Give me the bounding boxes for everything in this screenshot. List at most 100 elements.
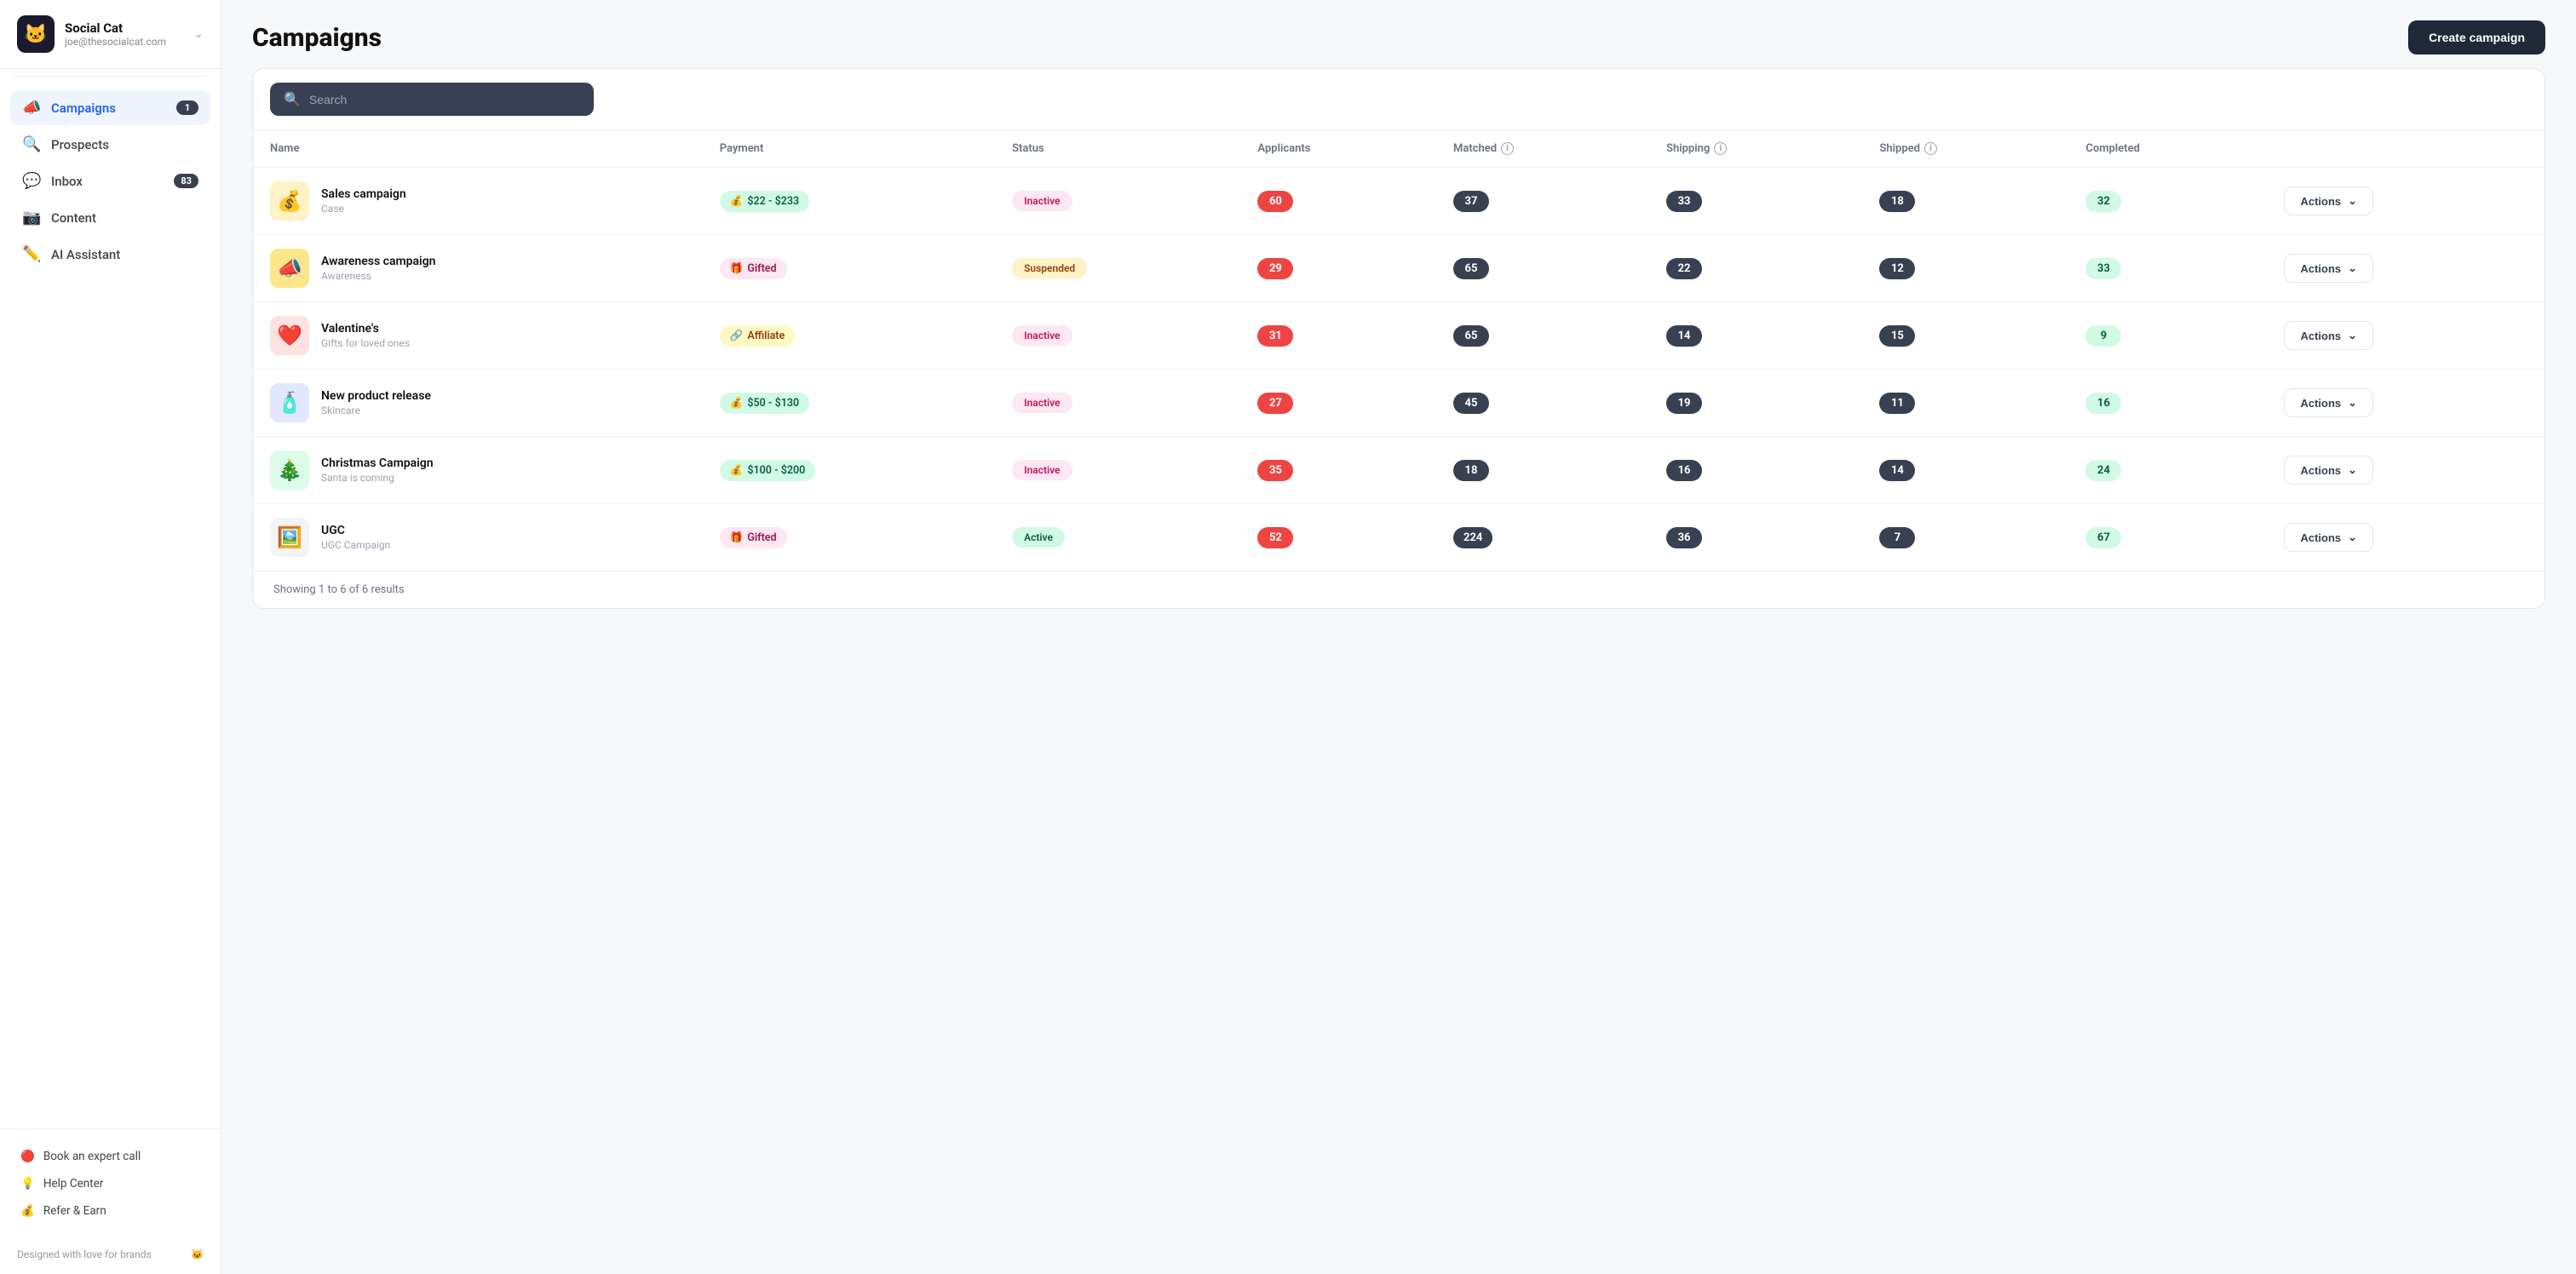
shipping-cell: 14 bbox=[1649, 302, 1862, 370]
actions-cell: Actions ⌄ bbox=[2267, 302, 2544, 370]
campaign-name: Valentine's bbox=[321, 322, 410, 336]
matched-cell: 65 bbox=[1436, 235, 1649, 302]
completed-cell: 67 bbox=[2068, 504, 2267, 571]
sidebar-item-ai-assistant[interactable]: ✏️ AI Assistant bbox=[10, 237, 210, 272]
actions-chevron-icon: ⌄ bbox=[2348, 463, 2357, 477]
money-icon: 💰 bbox=[730, 195, 744, 208]
status-cell: Inactive bbox=[995, 437, 1240, 504]
actions-label: Actions bbox=[2300, 195, 2341, 208]
shipped-chip: 7 bbox=[1879, 527, 1915, 548]
campaigns-badge: 1 bbox=[176, 100, 198, 115]
sidebar-item-inbox[interactable]: 💬 Inbox 83 bbox=[10, 164, 210, 198]
campaign-sub: Gifts for loved ones bbox=[321, 337, 410, 349]
shipped-cell: 14 bbox=[1862, 437, 2068, 504]
search-icon: 🔍 bbox=[284, 91, 301, 107]
applicants-chip: 29 bbox=[1257, 258, 1293, 279]
col-name: Name bbox=[253, 130, 703, 168]
search-bar: 🔍 bbox=[270, 83, 594, 116]
completed-chip: 67 bbox=[2085, 527, 2121, 548]
completed-cell: 9 bbox=[2068, 302, 2267, 370]
shipping-chip: 19 bbox=[1666, 393, 1702, 414]
shipping-chip: 16 bbox=[1666, 460, 1702, 481]
completed-cell: 24 bbox=[2068, 437, 2267, 504]
shipped-cell: 7 bbox=[1862, 504, 2068, 571]
create-campaign-button[interactable]: Create campaign bbox=[2408, 20, 2545, 55]
payment-cell: 💰 $50 - $130 bbox=[703, 370, 995, 437]
book-expert-label: Book an expert call bbox=[43, 1150, 141, 1163]
sidebar-divider bbox=[14, 76, 207, 77]
sidebar-item-content[interactable]: 📷 Content bbox=[10, 200, 210, 235]
shipping-cell: 19 bbox=[1649, 370, 1862, 437]
applicants-cell: 31 bbox=[1240, 302, 1436, 370]
page-title: Campaigns bbox=[252, 23, 382, 53]
payment-badge: 🎁 Gifted bbox=[720, 258, 787, 279]
actions-button[interactable]: Actions ⌄ bbox=[2284, 456, 2373, 485]
actions-button[interactable]: Actions ⌄ bbox=[2284, 254, 2373, 283]
table-row: ❤️ Valentine's Gifts for loved ones 🔗 Af… bbox=[253, 302, 2544, 370]
campaign-sub: Skincare bbox=[321, 405, 431, 416]
gift-icon: 🎁 bbox=[730, 531, 744, 544]
top-bar: Campaigns Create campaign bbox=[221, 0, 2576, 68]
app-logo: 🐱 bbox=[17, 15, 55, 53]
applicants-chip: 27 bbox=[1257, 393, 1293, 414]
matched-chip: 65 bbox=[1453, 258, 1489, 279]
refer-earn-label: Refer & Earn bbox=[43, 1204, 106, 1218]
matched-info-icon[interactable]: i bbox=[1501, 142, 1514, 155]
campaign-sub: Awareness bbox=[321, 270, 435, 282]
gift-icon: 🎁 bbox=[730, 262, 744, 275]
sidebar-item-label: Prospects bbox=[51, 137, 109, 152]
sidebar-item-campaigns[interactable]: 📣 Campaigns 1 bbox=[10, 90, 210, 125]
campaign-name: Awareness campaign bbox=[321, 255, 435, 268]
actions-label: Actions bbox=[2300, 262, 2341, 275]
col-shipping: Shippingi bbox=[1649, 130, 1862, 168]
applicants-cell: 35 bbox=[1240, 437, 1436, 504]
completed-chip: 24 bbox=[2085, 460, 2121, 481]
actions-chevron-icon: ⌄ bbox=[2348, 261, 2357, 275]
actions-button[interactable]: Actions ⌄ bbox=[2284, 321, 2373, 350]
shipping-cell: 22 bbox=[1649, 235, 1862, 302]
sidebar-bottom-refer-earn[interactable]: 💰Refer & Earn bbox=[17, 1197, 204, 1225]
actions-label: Actions bbox=[2300, 531, 2341, 544]
shipped-info-icon[interactable]: i bbox=[1924, 142, 1937, 155]
campaigns-table-wrapper: Name Payment Status Applicants Matchedi … bbox=[253, 130, 2544, 571]
search-input[interactable] bbox=[309, 93, 580, 106]
prospects-icon: 🔍 bbox=[22, 135, 41, 153]
ai-assistant-icon: ✏️ bbox=[22, 245, 41, 263]
payment-badge: 💰 $50 - $130 bbox=[720, 393, 809, 414]
table-row: 🧴 New product release Skincare 💰 $50 - $… bbox=[253, 370, 2544, 437]
actions-cell: Actions ⌄ bbox=[2267, 235, 2544, 302]
applicants-cell: 52 bbox=[1240, 504, 1436, 571]
actions-button[interactable]: Actions ⌄ bbox=[2284, 388, 2373, 417]
sidebar-bottom-book-expert[interactable]: 🔴Book an expert call bbox=[17, 1143, 204, 1170]
actions-cell: Actions ⌄ bbox=[2267, 370, 2544, 437]
matched-chip: 224 bbox=[1453, 527, 1492, 548]
payment-badge: 💰 $22 - $233 bbox=[720, 191, 809, 212]
sidebar-bottom-help-center[interactable]: 💡Help Center bbox=[17, 1170, 204, 1197]
inbox-badge: 83 bbox=[174, 174, 198, 188]
campaigns-table: Name Payment Status Applicants Matchedi … bbox=[253, 130, 2544, 571]
campaigns-icon: 📣 bbox=[22, 99, 41, 117]
actions-button[interactable]: Actions ⌄ bbox=[2284, 523, 2373, 552]
table-row: 💰 Sales campaign Case 💰 $22 - $233 Inact… bbox=[253, 168, 2544, 235]
completed-cell: 33 bbox=[2068, 235, 2267, 302]
sidebar: 🐱 Social Cat joe@thesocialcat.com ⌄ 📣 Ca… bbox=[0, 0, 221, 1274]
shipped-chip: 11 bbox=[1879, 393, 1915, 414]
payment-badge: 💰 $100 - $200 bbox=[720, 460, 816, 481]
campaign-icon: ❤️ bbox=[270, 316, 309, 355]
sidebar-bottom: 🔴Book an expert call💡Help Center💰Refer &… bbox=[0, 1128, 221, 1238]
actions-chevron-icon: ⌄ bbox=[2348, 194, 2357, 208]
matched-cell: 18 bbox=[1436, 437, 1649, 504]
completed-cell: 16 bbox=[2068, 370, 2267, 437]
campaign-sub: UGC Campaign bbox=[321, 539, 390, 551]
sidebar-item-prospects[interactable]: 🔍 Prospects bbox=[10, 127, 210, 162]
actions-cell: Actions ⌄ bbox=[2267, 504, 2544, 571]
status-badge: Suspended bbox=[1012, 258, 1087, 278]
table-footer: Showing 1 to 6 of 6 results bbox=[253, 571, 2544, 608]
campaigns-tbody: 💰 Sales campaign Case 💰 $22 - $233 Inact… bbox=[253, 168, 2544, 571]
actions-button[interactable]: Actions ⌄ bbox=[2284, 187, 2373, 215]
shipped-cell: 11 bbox=[1862, 370, 2068, 437]
account-chevron-icon[interactable]: ⌄ bbox=[193, 27, 204, 41]
shipped-cell: 18 bbox=[1862, 168, 2068, 235]
status-cell: Inactive bbox=[995, 168, 1240, 235]
shipping-info-icon[interactable]: i bbox=[1714, 142, 1727, 155]
